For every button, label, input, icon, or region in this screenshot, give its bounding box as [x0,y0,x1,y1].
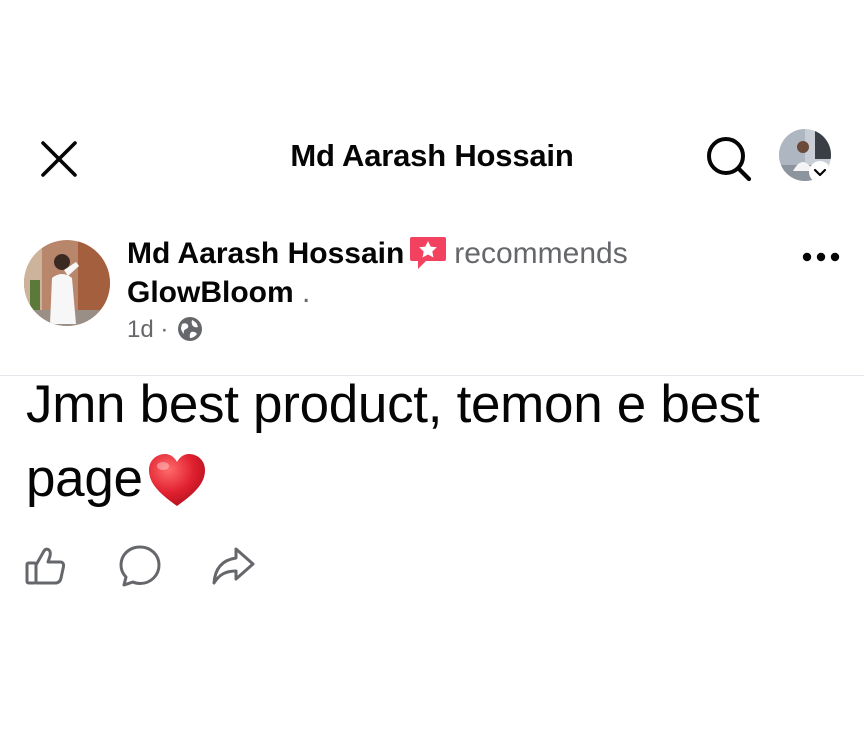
post-headline: Md Aarash Hossain recommends [127,232,767,275]
page-name-link[interactable]: GlowBloom [127,276,294,309]
recommends-text: recommends [454,237,628,270]
comment-button[interactable] [116,542,164,590]
author-name[interactable]: Md Aarash Hossain [127,237,404,270]
recommendation-star-icon [408,232,448,272]
red-heart-emoji [147,452,207,508]
post-time[interactable]: 1d [127,316,154,343]
post-text: Jmn best product, temon e best page [26,368,846,516]
more-dots-icon [802,252,840,262]
post-meta: Md Aarash Hossain recommends GlowBloom .… [127,232,767,345]
author-avatar[interactable] [24,240,110,326]
search-button[interactable] [702,132,756,186]
post-viewer: Md Aarash Hossain Md Aarash Hossain reco… [0,0,864,743]
like-icon [25,547,66,585]
comment-icon [119,545,161,587]
post-body-text: Jmn best product, temon e best page [26,375,760,508]
account-menu-caret[interactable] [809,161,831,183]
author-photo [24,240,110,326]
search-icon [707,137,752,182]
recommended-page: GlowBloom . [127,275,767,311]
chevron-down-icon [813,168,827,177]
more-options-button[interactable] [798,240,844,274]
post-timestamp-row: 1d · [127,315,767,345]
share-icon [212,547,255,585]
like-button[interactable] [22,542,70,590]
share-button[interactable] [209,542,257,590]
globe-icon [177,316,203,342]
time-separator: · [153,316,176,343]
page-suffix: . [293,276,311,309]
top-bar: Md Aarash Hossain [0,120,864,192]
